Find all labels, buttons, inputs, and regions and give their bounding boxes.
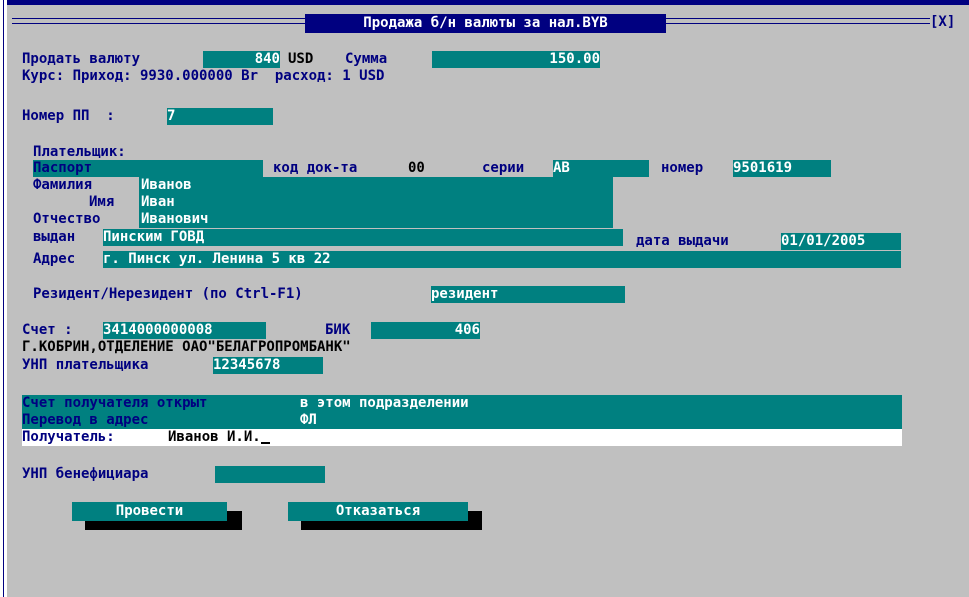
transfer-field[interactable]: ФЛ bbox=[300, 412, 317, 429]
recipient-account-label: Счет получателя открыт bbox=[22, 395, 208, 411]
series-field[interactable]: АВ bbox=[553, 160, 649, 177]
payer-unp-label: УНП плательщика bbox=[22, 357, 149, 373]
currency-code-field[interactable]: 840 bbox=[203, 51, 280, 68]
recipient-account-field[interactable]: в этом подразделении bbox=[300, 395, 469, 412]
cancel-button[interactable]: Отказаться bbox=[288, 502, 468, 521]
doc-code-value[interactable]: 00 bbox=[408, 160, 425, 177]
resident-label: Резидент/Нерезидент (по Ctrl-F1) bbox=[33, 286, 303, 302]
recipient-name-text: Иванов И.И. bbox=[168, 429, 261, 445]
series-label: серии bbox=[482, 160, 525, 176]
pp-number-label: Номер ПП : bbox=[22, 108, 115, 124]
beneficiary-unp-field[interactable] bbox=[215, 466, 325, 483]
issued-by-field[interactable]: Пинским ГОВД bbox=[103, 229, 623, 246]
background-strip bbox=[0, 0, 969, 5]
window-left-border-line bbox=[3, 0, 4, 597]
surname-label: Фамилия bbox=[33, 177, 93, 193]
payer-header: Плательщик: bbox=[33, 144, 126, 160]
doc-code-label: код док-та bbox=[273, 160, 358, 176]
window-title: Продажа б/н валюты за нал.BYB bbox=[305, 14, 666, 33]
transfer-row bbox=[22, 412, 902, 429]
bik-label: БИК bbox=[325, 322, 351, 338]
bik-field[interactable]: 406 bbox=[371, 322, 480, 339]
patronymic-label: Отчество bbox=[33, 211, 101, 227]
title-border-right bbox=[666, 18, 930, 24]
address-field[interactable]: г. Пинск ул. Ленина 5 кв 22 bbox=[103, 251, 901, 268]
patronymic-field[interactable]: Иванович bbox=[141, 211, 208, 228]
submit-button[interactable]: Провести bbox=[72, 502, 227, 521]
recipient-label: Получатель: bbox=[22, 429, 115, 445]
recipient-row bbox=[22, 429, 902, 446]
issued-by-label: выдан bbox=[33, 229, 76, 245]
issue-date-field[interactable]: 01/01/2005 bbox=[781, 233, 901, 250]
exchange-rate-text: Курс: Приход: 9930.000000 Br расход: 1 U… bbox=[22, 68, 385, 84]
first-name-field[interactable]: Иван bbox=[141, 194, 175, 211]
recipient-name-field[interactable]: Иванов И.И. bbox=[168, 429, 270, 446]
close-button[interactable]: [X] bbox=[930, 12, 969, 32]
account-label: Счет : bbox=[22, 322, 73, 338]
surname-field[interactable]: Иванов bbox=[141, 177, 192, 194]
address-label: Адрес bbox=[33, 251, 76, 267]
transfer-label: Перевод в адрес bbox=[22, 412, 149, 428]
doc-number-field[interactable]: 9501619 bbox=[733, 160, 831, 177]
bank-name: Г.КОБРИН,ОТДЕЛЕНИЕ ОАО"БЕЛАГРОПРОМБАНК" bbox=[22, 339, 351, 355]
pp-number-field[interactable]: 7 bbox=[167, 108, 273, 125]
name-fields-bg bbox=[139, 177, 613, 228]
resident-field[interactable]: резидент bbox=[431, 286, 625, 303]
beneficiary-unp-label: УНП бенефициара bbox=[22, 466, 149, 482]
text-cursor bbox=[260, 429, 270, 444]
account-field[interactable]: 3414000000008 bbox=[103, 322, 266, 339]
issue-date-label: дата выдачи bbox=[636, 233, 729, 249]
doc-type-field[interactable]: Паспорт bbox=[33, 160, 263, 177]
title-border-left bbox=[12, 18, 305, 24]
doc-number-label: номер bbox=[661, 160, 704, 176]
payer-unp-field[interactable]: 12345678 bbox=[213, 357, 323, 374]
currency-name: USD bbox=[288, 51, 314, 67]
sell-currency-label: Продать валюту bbox=[22, 51, 141, 67]
amount-field[interactable]: 150.00 bbox=[432, 51, 600, 68]
amount-label: Сумма bbox=[345, 51, 388, 67]
first-name-label: Имя bbox=[89, 194, 115, 210]
